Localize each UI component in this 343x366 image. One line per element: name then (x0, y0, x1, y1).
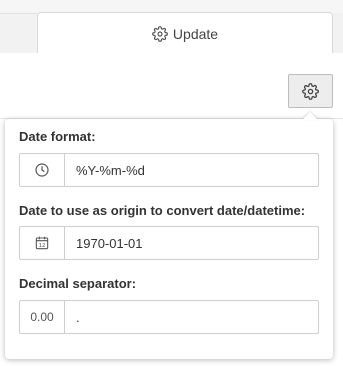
tab-update[interactable]: Update (37, 12, 333, 54)
gear-icon (152, 25, 168, 42)
decimal-separator-input[interactable] (65, 301, 318, 333)
date-origin-input[interactable] (65, 227, 318, 259)
date-format-addon (20, 154, 65, 186)
date-format-input[interactable] (65, 154, 318, 186)
decimal-separator-group: 0.00 (19, 300, 319, 334)
clock-icon (34, 162, 50, 178)
calendar-icon: 12 (34, 235, 50, 251)
tab-bar: Update (0, 0, 343, 54)
calendar-icon-text: 12 (39, 243, 46, 249)
decimal-separator-addon: 0.00 (20, 301, 65, 333)
date-origin-addon: 12 (20, 227, 65, 259)
popover-arrow (302, 112, 318, 120)
decimal-separator-label: Decimal separator: (19, 276, 137, 291)
date-format-label: Date format: (19, 129, 96, 144)
date-origin-group: 12 (19, 226, 319, 260)
date-origin-label: Date to use as origin to convert date/da… (19, 203, 306, 218)
tab-previous[interactable] (0, 13, 37, 53)
tab-update-label: Update (172, 25, 219, 42)
settings-button[interactable] (288, 74, 333, 108)
date-format-group (19, 153, 319, 187)
tab-next (333, 13, 343, 53)
gear-icon (302, 82, 319, 100)
